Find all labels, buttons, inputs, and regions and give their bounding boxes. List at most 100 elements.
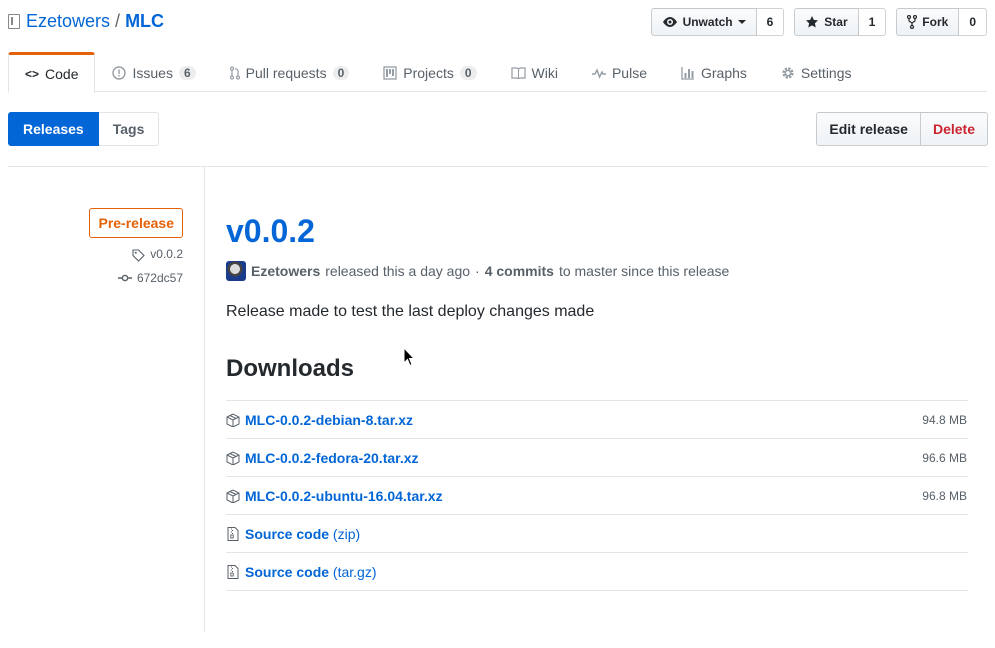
release-actions: Edit release Delete <box>816 112 988 146</box>
tab-graphs[interactable]: Graphs <box>664 52 764 92</box>
tab-issues-label: Issues <box>132 65 173 81</box>
gear-icon <box>782 67 794 79</box>
release-body: Release made to test the last deploy cha… <box>226 303 595 320</box>
package-icon <box>226 450 240 465</box>
tab-code-label: Code <box>45 65 79 82</box>
author-link[interactable]: Ezetowers <box>251 263 320 279</box>
graph-icon <box>681 67 694 80</box>
tab-wiki[interactable]: Wiki <box>494 52 575 92</box>
download-link[interactable]: MLC-0.0.2-ubuntu-16.04.tar.xz <box>245 488 443 504</box>
commits-link[interactable]: 4 commits <box>485 263 554 279</box>
source-row: Source code (tar.gz) <box>226 553 968 591</box>
file-zip-icon <box>227 564 239 579</box>
source-zip-link[interactable]: Source code (zip) <box>245 526 360 542</box>
pulls-counter: 0 <box>332 66 350 80</box>
repo-header: Ezetowers / MLC Unwatch 6 Star 1 Fork 0 <box>0 0 995 93</box>
download-size: 94.8 MB <box>922 412 967 427</box>
download-item: MLC-0.0.2-debian-8.tar.xz <box>226 412 413 428</box>
watchers-count[interactable]: 6 <box>756 8 785 36</box>
source-item: Source code (zip) <box>226 526 360 542</box>
issues-counter: 6 <box>178 66 196 80</box>
download-item: MLC-0.0.2-fedora-20.tar.xz <box>226 450 419 466</box>
repo-owner-link[interactable]: Ezetowers <box>26 10 110 32</box>
download-row: MLC-0.0.2-fedora-20.tar.xz 96.6 MB <box>226 439 968 477</box>
source-ext: (tar.gz) <box>332 563 377 580</box>
byline-dot: · <box>475 263 480 279</box>
delete-release-button[interactable]: Delete <box>920 112 988 146</box>
repo-icon <box>8 13 20 29</box>
tab-projects[interactable]: Projects 0 <box>366 52 493 92</box>
download-row: MLC-0.0.2-debian-8.tar.xz 94.8 MB <box>226 401 968 439</box>
edit-release-button[interactable]: Edit release <box>816 112 921 146</box>
star-group: Star 1 <box>794 8 887 36</box>
pagehead-actions: Unwatch 6 Star 1 Fork 0 <box>650 8 987 36</box>
eye-icon <box>662 17 677 27</box>
release-byline: Ezetowers released this a day ago · 4 co… <box>226 261 729 281</box>
tab-graphs-label: Graphs <box>701 65 747 81</box>
source-label: Source code <box>245 525 330 542</box>
released-text: released this a day ago <box>325 263 471 279</box>
download-row: MLC-0.0.2-ubuntu-16.04.tar.xz 96.8 MB <box>226 477 968 515</box>
fork-label: Fork <box>922 15 949 29</box>
unwatch-button[interactable]: Unwatch <box>650 8 757 36</box>
since-text: to master since this release <box>558 263 730 279</box>
tab-pull-requests[interactable]: Pull requests 0 <box>213 52 367 92</box>
watch-group: Unwatch 6 <box>650 8 785 36</box>
repo-separator: / <box>115 11 121 31</box>
download-size: 96.8 MB <box>922 488 967 503</box>
project-icon <box>383 66 397 80</box>
package-icon <box>226 412 240 427</box>
fork-button[interactable]: Fork <box>896 8 960 36</box>
downloads-list: MLC-0.0.2-debian-8.tar.xz 94.8 MB MLC-0.… <box>226 400 968 591</box>
source-ext: (zip) <box>332 525 361 542</box>
download-link[interactable]: MLC-0.0.2-debian-8.tar.xz <box>245 412 413 428</box>
release-tag-link[interactable]: v0.0.2 <box>132 247 183 262</box>
tab-settings[interactable]: Settings <box>764 52 869 92</box>
mouse-cursor-icon <box>403 347 415 367</box>
release-meta: Pre-release v0.0.2 672dc57 <box>0 167 205 632</box>
unwatch-label: Unwatch <box>682 15 733 29</box>
tab-projects-label: Projects <box>403 65 454 81</box>
tab-settings-label: Settings <box>800 65 852 81</box>
fork-group: Fork 0 <box>896 8 987 36</box>
git-pull-request-icon <box>229 66 240 80</box>
tag-icon <box>132 248 146 262</box>
git-commit-icon <box>117 274 132 282</box>
download-link[interactable]: MLC-0.0.2-fedora-20.tar.xz <box>245 450 419 466</box>
tab-code[interactable]: <> Code <box>8 52 96 93</box>
tab-pull-requests-label: Pull requests <box>245 65 327 81</box>
pre-release-badge: Pre-release <box>89 208 183 238</box>
package-icon <box>226 488 240 503</box>
releases-subnav: Releases Tags <box>8 112 160 146</box>
tab-issues[interactable]: Issues 6 <box>95 52 212 92</box>
star-label: Star <box>824 15 848 29</box>
fork-icon <box>907 15 918 29</box>
releases-tab[interactable]: Releases <box>8 112 99 146</box>
source-item: Source code (tar.gz) <box>226 564 377 580</box>
pulse-icon <box>591 68 606 79</box>
tab-wiki-label: Wiki <box>531 65 558 81</box>
tab-pulse-label: Pulse <box>611 65 647 81</box>
release-commit-link[interactable]: 672dc57 <box>117 271 183 285</box>
source-row: Source code (zip) <box>226 515 968 553</box>
source-targz-link[interactable]: Source code (tar.gz) <box>245 564 377 580</box>
avatar[interactable] <box>226 261 246 281</box>
star-button[interactable]: Star <box>794 8 859 36</box>
repo-name-link[interactable]: MLC <box>125 10 164 32</box>
repo-nav: <> Code Issues 6 Pull requests 0 Project… <box>8 52 987 93</box>
code-icon: <> <box>25 66 40 81</box>
projects-counter: 0 <box>459 66 477 80</box>
stargazers-count[interactable]: 1 <box>858 8 887 36</box>
chevron-down-icon <box>737 20 746 24</box>
release-title[interactable]: v0.0.2 <box>226 211 315 251</box>
release-tag: v0.0.2 <box>150 247 183 261</box>
download-size: 96.6 MB <box>922 450 967 465</box>
download-item: MLC-0.0.2-ubuntu-16.04.tar.xz <box>226 488 443 504</box>
issue-opened-icon <box>112 66 127 80</box>
forks-count[interactable]: 0 <box>959 8 987 36</box>
tab-pulse[interactable]: Pulse <box>575 52 664 92</box>
repo-title: Ezetowers / MLC <box>8 10 164 32</box>
downloads-heading: Downloads <box>226 355 355 382</box>
tags-tab[interactable]: Tags <box>98 112 160 146</box>
file-zip-icon <box>227 526 239 541</box>
